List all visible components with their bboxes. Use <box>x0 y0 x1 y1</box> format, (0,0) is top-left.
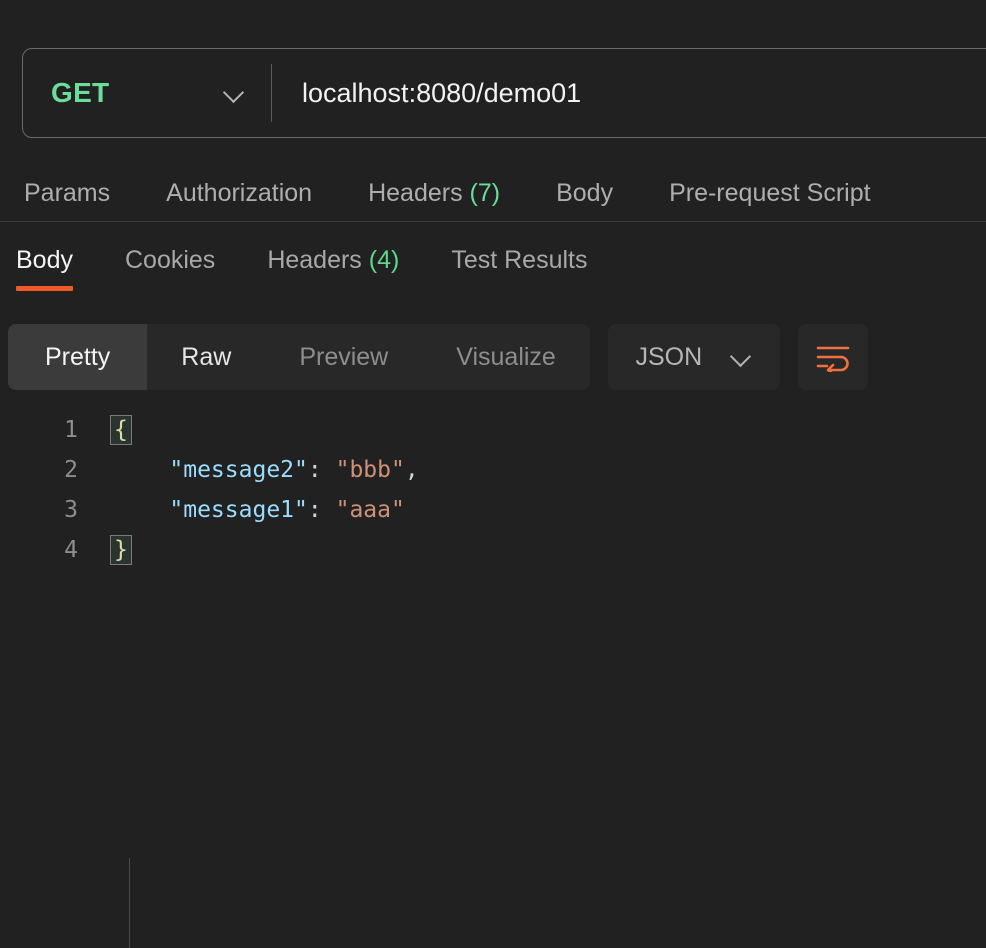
request-tab-body-label: Body <box>556 178 614 207</box>
line-number: 2 <box>64 457 78 483</box>
request-tab-body[interactable]: Body <box>556 179 613 208</box>
response-format-toolbar: Pretty Raw Preview Visualize JSON <box>8 322 978 392</box>
http-method-label: GET <box>51 77 110 108</box>
line-number: 4 <box>64 537 78 563</box>
json-colon: : <box>307 457 322 483</box>
request-tab-headers-count: (7) <box>469 178 501 207</box>
code-line-content: } <box>92 530 132 570</box>
response-language-value: JSON <box>635 342 703 371</box>
view-mode-preview[interactable]: Preview <box>265 324 422 390</box>
request-tab-headers-label: Headers <box>368 178 463 207</box>
code-line: 1 { <box>0 410 986 450</box>
code-line: 2 "message2": "bbb", <box>0 450 986 490</box>
json-open-brace: { <box>110 415 132 445</box>
response-tab-body[interactable]: Body <box>8 240 81 291</box>
request-tab-authorization-label: Authorization <box>166 178 313 207</box>
response-tab-headers[interactable]: Headers (4) <box>259 240 407 275</box>
request-tab-pre-request-script-label: Pre-request Script <box>669 178 871 207</box>
view-mode-pretty-label: Pretty <box>45 342 111 371</box>
chevron-down-icon <box>730 346 752 368</box>
view-mode-raw[interactable]: Raw <box>147 324 265 390</box>
url-input[interactable]: localhost:8080/demo01 <box>272 78 986 109</box>
response-tab-cookies-label: Cookies <box>124 246 216 274</box>
request-tab-headers[interactable]: Headers (7) <box>368 179 500 208</box>
request-tab-authorization[interactable]: Authorization <box>166 179 312 208</box>
view-mode-preview-label: Preview <box>299 342 389 371</box>
view-mode-pretty[interactable]: Pretty <box>8 324 148 390</box>
view-mode-visualize-label: Visualize <box>456 342 556 371</box>
line-number: 1 <box>64 417 78 443</box>
json-close-brace: } <box>110 535 132 565</box>
code-line: 3 "message1": "aaa" <box>0 490 986 530</box>
view-mode-raw-label: Raw <box>181 342 232 371</box>
word-wrap-button[interactable] <box>797 324 868 390</box>
chevron-down-icon <box>223 82 245 104</box>
json-value: "bbb" <box>335 457 405 483</box>
view-mode-visualize[interactable]: Visualize <box>422 324 590 390</box>
code-line-content: "message1": "aaa" <box>92 490 405 530</box>
response-body-viewer[interactable]: 1 { 2 "message2": "bbb", 3 "message1": "… <box>0 410 986 948</box>
response-language-select[interactable]: JSON <box>607 324 780 390</box>
response-tabs: Body Cookies Headers (4) Test Results <box>0 240 986 298</box>
code-line-content: { <box>92 410 132 450</box>
json-key: "message1" <box>169 497 308 523</box>
json-value: "aaa" <box>335 497 405 523</box>
http-method-selector[interactable]: GET <box>23 49 271 137</box>
json-colon: : <box>307 497 322 523</box>
line-number: 3 <box>64 497 78 523</box>
request-tab-params-label: Params <box>24 178 111 207</box>
json-comma: , <box>404 457 419 483</box>
word-wrap-icon <box>816 346 850 372</box>
response-tab-cookies[interactable]: Cookies <box>117 240 223 275</box>
response-tab-test-results[interactable]: Test Results <box>443 240 595 275</box>
request-tab-params[interactable]: Params <box>24 179 110 208</box>
response-tab-headers-count: (4) <box>368 246 400 274</box>
request-tabs: Params Authorization Headers (7) Body Pr… <box>0 166 986 220</box>
response-tab-headers-label: Headers <box>267 246 362 274</box>
response-tab-body-label: Body <box>16 246 73 274</box>
response-view-segmented-control: Pretty Raw Preview Visualize <box>8 324 590 390</box>
request-url-bar: GET localhost:8080/demo01 <box>22 48 986 138</box>
response-tab-test-results-label: Test Results <box>451 246 588 274</box>
indent-guide <box>129 858 130 948</box>
json-key: "message2" <box>169 457 308 483</box>
code-line: 4 } <box>0 530 986 570</box>
section-divider <box>0 221 986 222</box>
code-line-content: "message2": "bbb", <box>92 450 419 490</box>
request-tab-pre-request-script[interactable]: Pre-request Script <box>669 179 870 208</box>
